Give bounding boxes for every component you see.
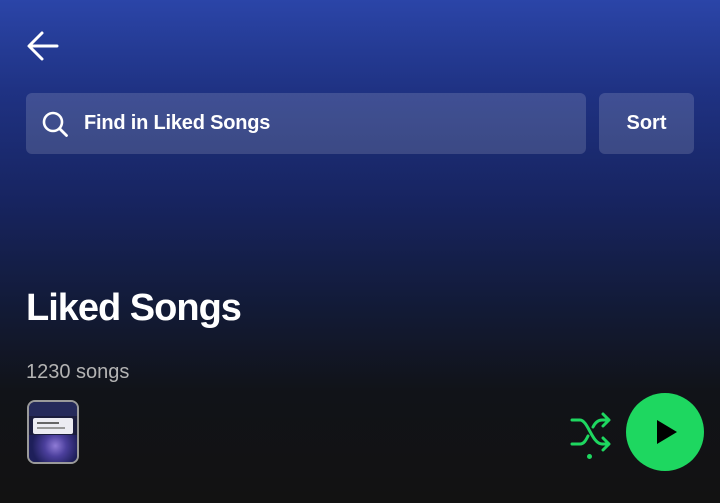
thumbnail-card bbox=[33, 418, 73, 434]
thumbnail-header bbox=[29, 402, 77, 416]
page-title: Liked Songs bbox=[26, 287, 242, 329]
play-button[interactable] bbox=[626, 393, 704, 471]
search-icon bbox=[40, 109, 70, 139]
thumbnail-image bbox=[29, 435, 77, 462]
song-count: 1230 songs bbox=[26, 361, 130, 383]
shuffle-icon bbox=[570, 412, 611, 452]
download-thumbnail[interactable] bbox=[27, 400, 79, 464]
arrow-left-icon bbox=[27, 31, 59, 61]
search-placeholder: Find in Liked Songs bbox=[84, 112, 271, 134]
sort-button[interactable]: Sort bbox=[599, 93, 694, 154]
shuffle-button[interactable] bbox=[568, 410, 614, 458]
search-input[interactable]: Find in Liked Songs bbox=[26, 93, 586, 154]
play-icon bbox=[657, 420, 677, 444]
back-button[interactable] bbox=[22, 26, 64, 66]
shuffle-active-indicator bbox=[587, 454, 592, 459]
